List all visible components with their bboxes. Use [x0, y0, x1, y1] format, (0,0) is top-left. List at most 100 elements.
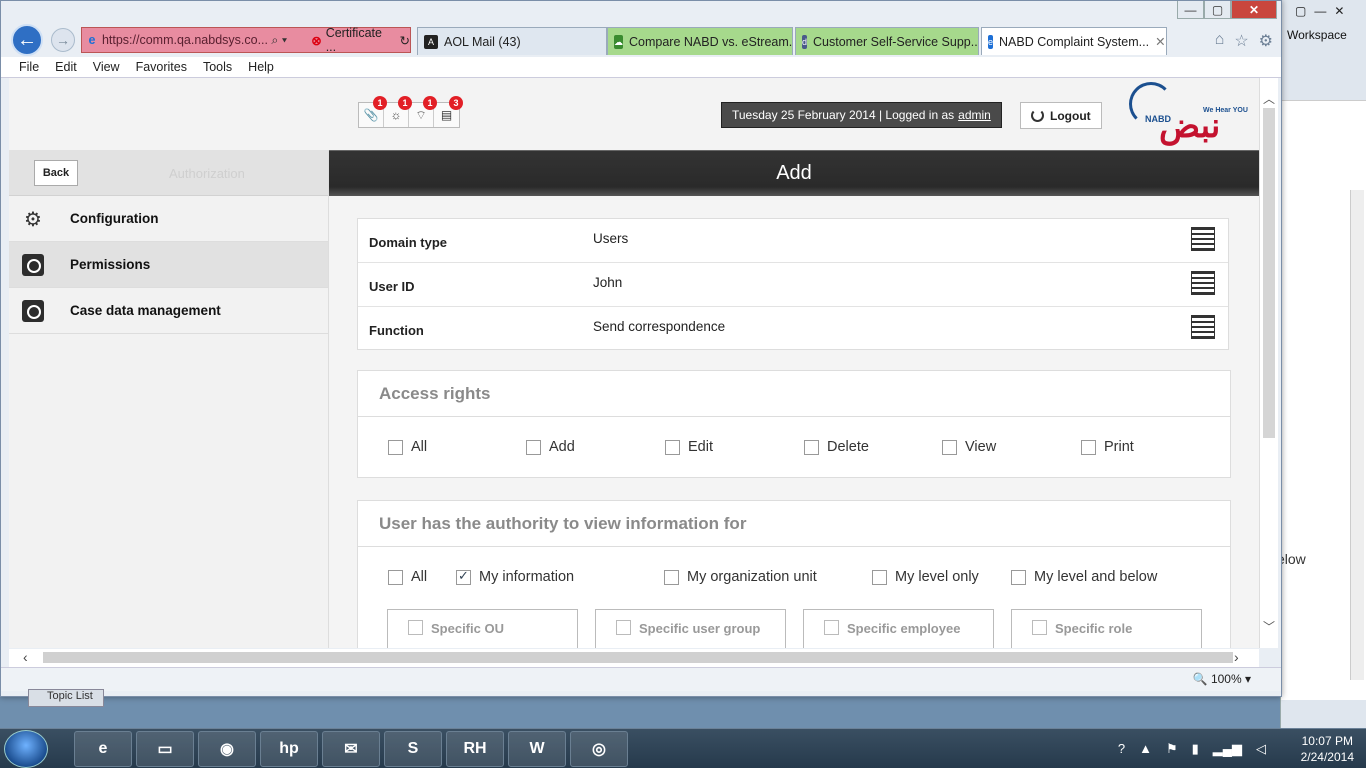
skype-taskbar-icon[interactable]: S	[384, 731, 442, 767]
menu-file[interactable]: File	[19, 60, 39, 74]
lookup-list-icon[interactable]	[1191, 271, 1215, 295]
topic-list-tab[interactable]: Topic List	[28, 689, 104, 707]
windows-taskbar: e ▭ ◉ hp ✉ S RH W ◎ ? ▲ ⚑ ▮ ▂▄▆ ◁ 10:07 …	[0, 728, 1366, 768]
horizontal-scroll-thumb[interactable]	[43, 652, 1233, 663]
minimize-button[interactable]: —	[1177, 1, 1204, 19]
specific-ou-option[interactable]: Specific OU	[387, 609, 578, 648]
vertical-scrollbar[interactable]: ︿ ﹀	[1259, 78, 1278, 648]
chrome-taskbar-icon[interactable]: ◉	[198, 731, 256, 767]
network-icon[interactable]: ▂▄▆	[1213, 741, 1242, 757]
word-taskbar-icon[interactable]: W	[508, 731, 566, 767]
menu-help[interactable]: Help	[248, 60, 274, 74]
tab-aol-mail[interactable]: A AOL Mail (43)	[417, 27, 607, 55]
ie-taskbar-icon[interactable]: e	[74, 731, 132, 767]
scroll-down-icon[interactable]: ﹀	[1263, 618, 1275, 635]
battery-icon[interactable]: ▮	[1192, 741, 1199, 757]
mail-taskbar-icon[interactable]: ✉	[322, 731, 380, 767]
access-add-checkbox[interactable]: Add	[526, 439, 575, 455]
close-window-button[interactable]: ✕	[1231, 1, 1277, 19]
menu-edit[interactable]: Edit	[55, 60, 77, 74]
flag-icon[interactable]: ⚑	[1166, 741, 1178, 757]
address-bar[interactable]: e https://comm.qa.nabdsys.co... ⌕ ▾ ⊗ Ce…	[81, 26, 411, 54]
access-delete-checkbox[interactable]: Delete	[804, 439, 869, 455]
chevron-up-icon[interactable]: ▲	[1139, 741, 1152, 757]
view-my-level-only-checkbox[interactable]: My level only	[872, 569, 979, 585]
home-icon[interactable]: ⌂	[1215, 31, 1225, 51]
volume-icon[interactable]: ◁	[1256, 741, 1266, 757]
view-my-org-unit-checkbox[interactable]: My organization unit	[664, 569, 817, 585]
view-my-information-checkbox[interactable]: My information	[456, 568, 574, 585]
access-print-checkbox[interactable]: Print	[1081, 439, 1134, 455]
zoom-level[interactable]: 🔍 100% ▾	[1193, 672, 1251, 686]
tab-customer-self-service[interactable]: d Customer Self-Service Supp...	[795, 27, 979, 55]
menu-tools[interactable]: Tools	[203, 60, 232, 74]
specific-user-group-option[interactable]: Specific user group	[595, 609, 786, 648]
vertical-scroll-thumb[interactable]	[1263, 108, 1275, 438]
close-tab-icon[interactable]: ✕	[1155, 34, 1165, 49]
menu-view[interactable]: View	[93, 60, 120, 74]
menu-favorites[interactable]: Favorites	[136, 60, 187, 74]
admin-user-link[interactable]: admin	[958, 108, 991, 122]
scroll-left-icon[interactable]: ‹	[23, 649, 28, 665]
tab-nabd-complaint-system[interactable]: e NABD Complaint System... ✕	[981, 27, 1167, 55]
background-window-controls[interactable]: ▢ — ✕	[1281, 0, 1366, 22]
field-row-domain-type: Domain type Users	[358, 219, 1228, 263]
browser-forward-button[interactable]: →	[51, 28, 75, 52]
search-dropdown-icon[interactable]: ⌕ ▾	[271, 33, 311, 48]
sidebar-item-label: Permissions	[70, 257, 151, 272]
notification-bar: 📎 1 ☼ 1 ⌔ 1 ▤ 3	[358, 96, 463, 128]
back-button[interactable]: Back	[34, 160, 78, 186]
maximize-button[interactable]: ▢	[1204, 1, 1231, 19]
system-tray-icons: ? ▲ ⚑ ▮ ▂▄▆ ◁	[1118, 741, 1266, 757]
scroll-right-icon[interactable]: ›	[1234, 649, 1239, 665]
address-url[interactable]: https://comm.qa.nabdsys.co...	[102, 33, 271, 47]
scroll-up-icon[interactable]: ︿	[1263, 90, 1275, 107]
nabd-logo: NABD We Hear YOU نبض	[1121, 78, 1261, 150]
certificate-error-icon: ⊗	[311, 33, 322, 48]
left-sidebar: Back Authorization ⚙ Configuration Permi…	[9, 150, 329, 648]
lookup-list-icon[interactable]	[1191, 227, 1215, 251]
favorites-star-icon[interactable]: ☆	[1234, 31, 1248, 51]
gear-icon[interactable]: ⚙	[1259, 31, 1273, 51]
sidebar-item-configuration[interactable]: ⚙ Configuration	[9, 196, 328, 242]
power-icon	[1031, 109, 1044, 122]
logout-button[interactable]: Logout	[1020, 102, 1102, 129]
explorer-taskbar-icon[interactable]: ▭	[136, 731, 194, 767]
start-button[interactable]	[4, 730, 48, 768]
access-edit-checkbox[interactable]: Edit	[665, 439, 713, 455]
access-view-checkbox[interactable]: View	[942, 439, 996, 455]
recorder-taskbar-icon[interactable]: ◎	[570, 731, 628, 767]
robohelp-taskbar-icon[interactable]: RH	[446, 731, 504, 767]
ie-tab-icon: e	[988, 34, 994, 49]
signal-icon[interactable]: ⌔ 1	[409, 96, 437, 127]
title-bar: — ▢ ✕	[1, 1, 1281, 25]
settings-icon[interactable]: ☼ 1	[384, 96, 412, 127]
background-scrollbar[interactable]	[1350, 190, 1364, 680]
access-all-checkbox[interactable]: All	[388, 439, 427, 455]
workspace-label[interactable]: Workspace	[1287, 28, 1347, 42]
refresh-icon[interactable]: ↻	[400, 33, 410, 48]
date-login-info: Tuesday 25 February 2014 | Logged in as …	[721, 102, 1002, 128]
hp-taskbar-icon[interactable]: hp	[260, 731, 318, 767]
sidebar-item-case-data-management[interactable]: Case data management	[9, 288, 328, 334]
certificate-error[interactable]: ⊗ Certificate ... ↻	[311, 26, 410, 54]
view-all-checkbox[interactable]: All	[388, 569, 427, 585]
view-my-level-and-below-checkbox[interactable]: My level and below	[1011, 569, 1157, 585]
help-icon[interactable]: ?	[1118, 741, 1125, 757]
browser-back-button[interactable]: ←	[11, 24, 43, 56]
window-controls: — ▢ ✕	[1177, 1, 1277, 19]
date-text: Tuesday 25 February 2014 | Logged in as	[732, 108, 955, 122]
desk-icon: d	[802, 34, 808, 49]
navigation-bar: ← → e https://comm.qa.nabdsys.co... ⌕ ▾ …	[1, 23, 1281, 57]
attachment-icon[interactable]: 📎 1	[359, 96, 387, 127]
lookup-list-icon[interactable]	[1191, 315, 1215, 339]
specific-role-option[interactable]: Specific role	[1011, 609, 1202, 648]
sidebar-header: Back Authorization	[9, 150, 328, 196]
background-word-window: ▢ — ✕ Workspace elow	[1277, 0, 1366, 730]
clock[interactable]: 10:07 PM 2/24/2014	[1301, 733, 1354, 765]
list-icon[interactable]: ▤ 3	[434, 96, 463, 127]
specific-employee-option[interactable]: Specific employee	[803, 609, 994, 648]
sidebar-item-permissions[interactable]: Permissions	[9, 242, 328, 288]
tab-compare-nabd[interactable]: ☁ Compare NABD vs. eStream...	[607, 27, 793, 55]
horizontal-scrollbar[interactable]: ‹ ›	[9, 649, 1259, 667]
